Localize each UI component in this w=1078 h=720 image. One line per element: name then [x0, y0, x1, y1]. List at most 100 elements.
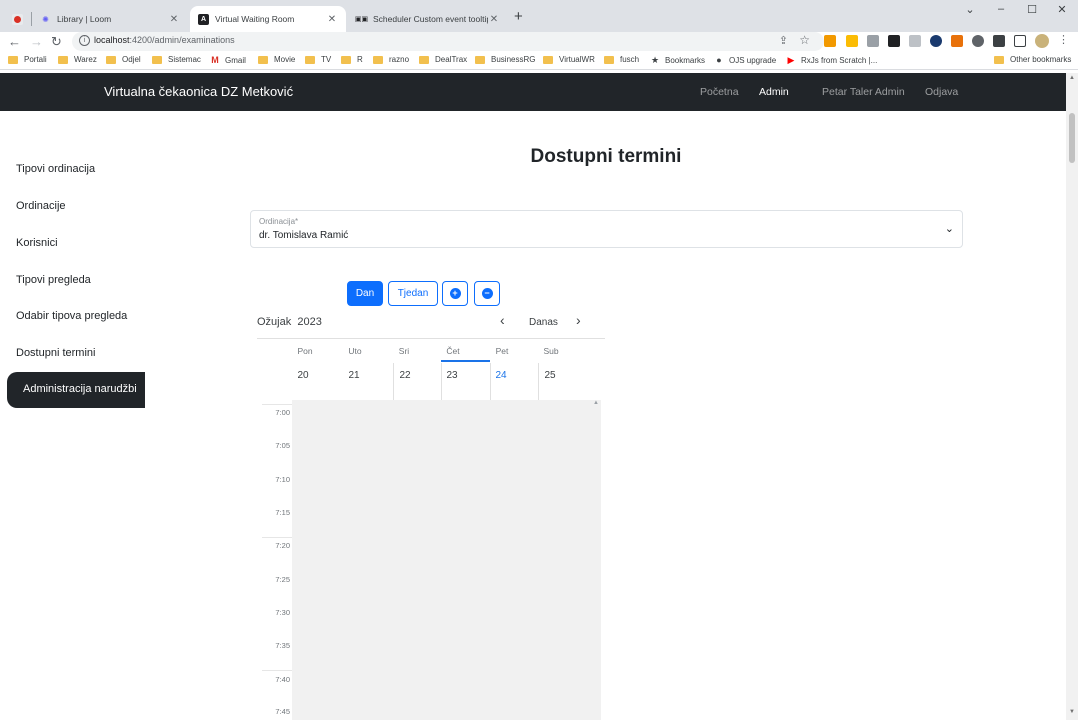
time-label: 7:40: [275, 675, 290, 684]
record-icon: [12, 13, 23, 25]
bookmark-movie[interactable]: Movie: [258, 55, 295, 64]
day-number-20[interactable]: 20: [279, 370, 327, 381]
chevron-left-icon[interactable]: ‹: [500, 312, 505, 328]
day-number-21[interactable]: 21: [330, 370, 378, 381]
page-scrollbar[interactable]: ▲ ▼: [1066, 73, 1078, 720]
day-view-button[interactable]: Dan: [347, 281, 383, 306]
time-label: 7:10: [275, 475, 290, 484]
select-label: Ordinacija*: [259, 217, 299, 226]
extension-icon[interactable]: [930, 35, 942, 47]
share-icon[interactable]: ⇪: [779, 34, 788, 47]
scrollbar-thumb[interactable]: [1069, 113, 1075, 163]
bookmark-label: razno: [389, 55, 410, 64]
bookmark-gmail[interactable]: M Gmail: [210, 55, 246, 65]
day-number-22[interactable]: 22: [381, 370, 429, 381]
zoom-out-button[interactable]: −: [474, 281, 500, 306]
reload-icon[interactable]: ↻: [51, 34, 62, 50]
bookmark-other[interactable]: Other bookmarks: [994, 55, 1071, 64]
calendar-time-grid[interactable]: [292, 400, 601, 720]
scroll-up-arrow-icon[interactable]: ▲: [1069, 75, 1075, 81]
day-number-24[interactable]: 24: [477, 370, 525, 381]
bookmark-r[interactable]: R: [341, 55, 363, 64]
extension-icon[interactable]: [909, 35, 921, 47]
sidebar-item-administracija-narudzbi[interactable]: Administracija narudžbi: [7, 372, 145, 408]
sidebar-item-odabir-tipova-pregleda[interactable]: Odabir tipova pregleda: [16, 310, 127, 322]
bookmark-odjel[interactable]: Odjel: [106, 55, 141, 64]
bookmark-tv[interactable]: TV: [305, 55, 331, 64]
close-tab-icon[interactable]: ✕: [488, 14, 500, 25]
ordinacija-select[interactable]: Ordinacija* dr. Tomislava Ramić ⌄: [250, 210, 963, 248]
browser-tab-strip: ✺ Library | Loom ✕ A Virtual Waiting Roo…: [0, 0, 1078, 32]
loom-icon: ✺: [42, 14, 49, 24]
tab-search-icon[interactable]: ⌄: [960, 3, 980, 16]
sidebar-item-ordinacije[interactable]: Ordinacije: [16, 200, 66, 212]
extension-icon[interactable]: [888, 35, 900, 47]
tab-loom-library[interactable]: ✺ Library | Loom ✕: [32, 6, 188, 32]
nav-admin[interactable]: Admin: [759, 86, 789, 98]
bookmark-star-icon[interactable]: ☆: [799, 33, 810, 47]
rss-extension-icon[interactable]: [824, 35, 836, 47]
nav-user[interactable]: Petar Taler Admin: [822, 86, 905, 98]
site-info-icon[interactable]: i: [79, 35, 90, 46]
tab-scheduler-tooltip[interactable]: ▣▣ Scheduler Custom event tooltip ✕: [348, 6, 508, 32]
camera-extension-icon[interactable]: [867, 35, 879, 47]
url-text[interactable]: localhost:4200/admin/examinations: [94, 35, 235, 45]
address-bar[interactable]: i localhost:4200/admin/examinations ⇪ ☆: [72, 32, 824, 51]
profile-avatar[interactable]: [1035, 34, 1049, 48]
extensions-puzzle-icon[interactable]: [993, 35, 1005, 47]
bookmark-ojs-upgrade[interactable]: ● OJS upgrade: [714, 55, 776, 65]
folder-icon: [8, 55, 18, 64]
extension-icon[interactable]: [951, 35, 963, 47]
chevron-right-icon[interactable]: ›: [576, 312, 581, 328]
browser-toolbar: ← → ↻ i localhost:4200/admin/examination…: [0, 32, 1078, 52]
brand-title[interactable]: Virtualna čekaonica DZ Metković: [104, 84, 293, 99]
back-icon[interactable]: ←: [8, 34, 21, 49]
time-label: 7:00: [275, 408, 290, 417]
bookmark-fusch[interactable]: fusch: [604, 55, 639, 64]
forward-icon[interactable]: →: [30, 34, 43, 49]
sidebar-item-dostupni-termini[interactable]: Dostupni termini: [16, 347, 95, 359]
day-number-23[interactable]: 23: [428, 370, 476, 381]
today-button[interactable]: Danas: [529, 317, 558, 328]
close-tab-icon[interactable]: ✕: [326, 14, 338, 25]
close-tab-icon[interactable]: ✕: [168, 14, 180, 25]
gmail-icon: M: [211, 55, 219, 65]
folder-icon: [58, 55, 68, 64]
bookmark-sistemac[interactable]: Sistemac: [152, 55, 201, 64]
nav-pocetna[interactable]: Početna: [700, 86, 739, 98]
day-name-uto: Uto: [348, 346, 362, 356]
week-view-button[interactable]: Tjedan: [388, 281, 438, 306]
bookmark-businessrg[interactable]: BusinessRG: [475, 55, 535, 64]
new-tab-icon[interactable]: +: [514, 8, 523, 25]
bookmark-label: Warez: [74, 55, 97, 64]
sidebar-item-korisnici[interactable]: Korisnici: [16, 237, 58, 249]
scroll-down-arrow-icon[interactable]: ▼: [1069, 709, 1075, 715]
close-window-icon[interactable]: ✕: [1052, 3, 1072, 16]
star-icon: ★: [650, 55, 660, 65]
folder-icon: [419, 55, 429, 64]
maximize-icon[interactable]: ☐: [1022, 3, 1042, 16]
tab-recording[interactable]: [4, 6, 32, 32]
extension-icon[interactable]: [972, 35, 984, 47]
zoom-in-button[interactable]: +: [442, 281, 468, 306]
sidebar-item-tipovi-ordinacija[interactable]: Tipovi ordinacija: [16, 163, 95, 175]
extension-icon[interactable]: [846, 35, 858, 47]
bookmark-bookmarks[interactable]: ★ Bookmarks: [650, 55, 705, 66]
folder-icon: [106, 55, 116, 64]
bookmark-portali[interactable]: Portali: [8, 55, 47, 64]
time-label: 7:25: [275, 575, 290, 584]
menu-dots-icon[interactable]: ⋮: [1058, 33, 1069, 46]
side-panel-icon[interactable]: [1014, 35, 1026, 47]
bookmark-virtualwr[interactable]: VirtualWR: [543, 55, 595, 64]
grid-scroll-up-icon[interactable]: ▲: [593, 400, 599, 406]
minimize-icon[interactable]: –: [991, 3, 1011, 15]
nav-odjava[interactable]: Odjava: [925, 86, 958, 98]
bookmark-rxjs[interactable]: ▶ RxJs from Scratch |...: [786, 55, 878, 66]
day-number-25[interactable]: 25: [526, 370, 574, 381]
bookmark-dealtrax[interactable]: DealTrax: [419, 55, 467, 64]
day-name-pon: Pon: [297, 346, 313, 356]
sidebar-item-tipovi-pregleda[interactable]: Tipovi pregleda: [16, 274, 91, 286]
tab-virtual-waiting-room[interactable]: A Virtual Waiting Room ✕: [190, 6, 346, 32]
bookmark-warez[interactable]: Warez: [58, 55, 97, 64]
bookmark-razno[interactable]: razno: [373, 55, 409, 64]
